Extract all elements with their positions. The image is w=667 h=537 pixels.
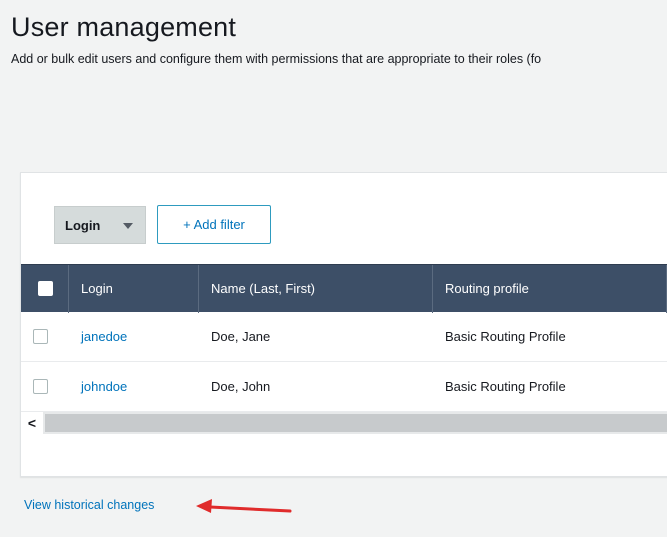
scrollbar-thumb[interactable] bbox=[45, 414, 667, 432]
user-login-link[interactable]: janedoe bbox=[81, 329, 127, 344]
table-header: Login Name (Last, First) Routing profile bbox=[21, 264, 667, 313]
login-cell: johndoe bbox=[69, 362, 199, 412]
chevron-down-icon bbox=[123, 223, 133, 229]
login-cell: janedoe bbox=[69, 312, 199, 362]
row-select-cell bbox=[21, 312, 69, 362]
add-filter-button[interactable]: + Add filter bbox=[157, 205, 271, 244]
page-title: User management bbox=[11, 12, 237, 42]
page-subtitle: Add or bulk edit users and configure the… bbox=[11, 52, 542, 66]
view-historical-changes-link[interactable]: View historical changes bbox=[24, 498, 154, 512]
row-checkbox[interactable] bbox=[33, 329, 48, 344]
select-all-checkbox[interactable] bbox=[38, 281, 53, 296]
routing-profile-cell: Basic Routing Profile bbox=[445, 329, 566, 344]
column-header-routing-profile[interactable]: Routing profile bbox=[433, 264, 667, 313]
row-checkbox[interactable] bbox=[33, 379, 48, 394]
user-login-link[interactable]: johndoe bbox=[81, 379, 127, 394]
filter-attribute-select[interactable]: Login bbox=[54, 206, 146, 244]
table-row: johndoe Doe, John Basic Routing Profile bbox=[21, 362, 667, 412]
row-select-cell bbox=[21, 362, 69, 412]
table-row: janedoe Doe, Jane Basic Routing Profile bbox=[21, 312, 667, 362]
users-card: Login + Add filter Login Name (Last, Fir… bbox=[20, 172, 667, 477]
annotation-arrow-icon bbox=[196, 499, 292, 513]
horizontal-scrollbar[interactable]: < bbox=[21, 412, 667, 434]
name-cell: Doe, Jane bbox=[211, 329, 271, 344]
column-header-name[interactable]: Name (Last, First) bbox=[199, 264, 433, 313]
users-table: Login Name (Last, First) Routing profile… bbox=[21, 264, 667, 434]
name-cell: Doe, John bbox=[211, 379, 271, 394]
routing-profile-cell: Basic Routing Profile bbox=[445, 379, 566, 394]
filter-attribute-label: Login bbox=[65, 217, 101, 233]
column-header-login[interactable]: Login bbox=[69, 264, 199, 313]
scroll-left-icon[interactable]: < bbox=[21, 412, 43, 434]
select-all-cell bbox=[21, 264, 69, 313]
